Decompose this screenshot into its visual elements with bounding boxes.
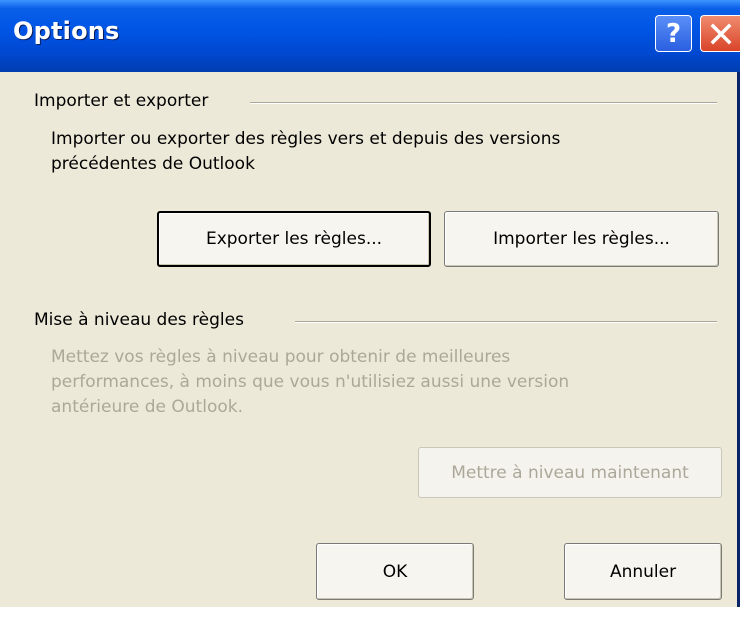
- description-line: Importer ou exporter des règles vers et …: [51, 129, 561, 149]
- dialog-body: Importer et exporter Importer ou exporte…: [0, 72, 737, 607]
- description-line: performances, à moins que vous n'utilisi…: [51, 372, 570, 392]
- group-heading-import-export: Importer et exporter: [34, 91, 217, 111]
- description-line: précédentes de Outlook: [51, 154, 255, 174]
- group-heading-upgrade: Mise à niveau des règles: [34, 310, 252, 330]
- cancel-button[interactable]: Annuler: [564, 543, 722, 600]
- help-question-icon: ?: [665, 18, 682, 49]
- ok-button[interactable]: OK: [316, 543, 474, 600]
- description-line: Mettez vos règles à niveau pour obtenir …: [51, 347, 511, 367]
- import-rules-button[interactable]: Importer les règles...: [444, 211, 719, 267]
- close-x-icon: [710, 23, 731, 44]
- dialog-title: Options: [13, 17, 120, 45]
- group-divider-import-export: [250, 102, 717, 104]
- title-bar[interactable]: Options ?: [0, 0, 740, 72]
- help-button[interactable]: ?: [655, 15, 692, 52]
- export-rules-button[interactable]: Exporter les règles...: [157, 211, 431, 267]
- options-dialog: Options ? Importer et exporter Importer …: [0, 0, 740, 607]
- upgrade-description: Mettez vos règles à niveau pour obtenir …: [51, 345, 721, 420]
- import-export-description: Importer ou exporter des règles vers et …: [51, 127, 721, 177]
- close-button[interactable]: [700, 15, 740, 52]
- description-line: antérieure de Outlook.: [51, 397, 243, 417]
- group-divider-upgrade: [295, 321, 717, 323]
- upgrade-now-button[interactable]: Mettre à niveau maintenant: [418, 447, 722, 498]
